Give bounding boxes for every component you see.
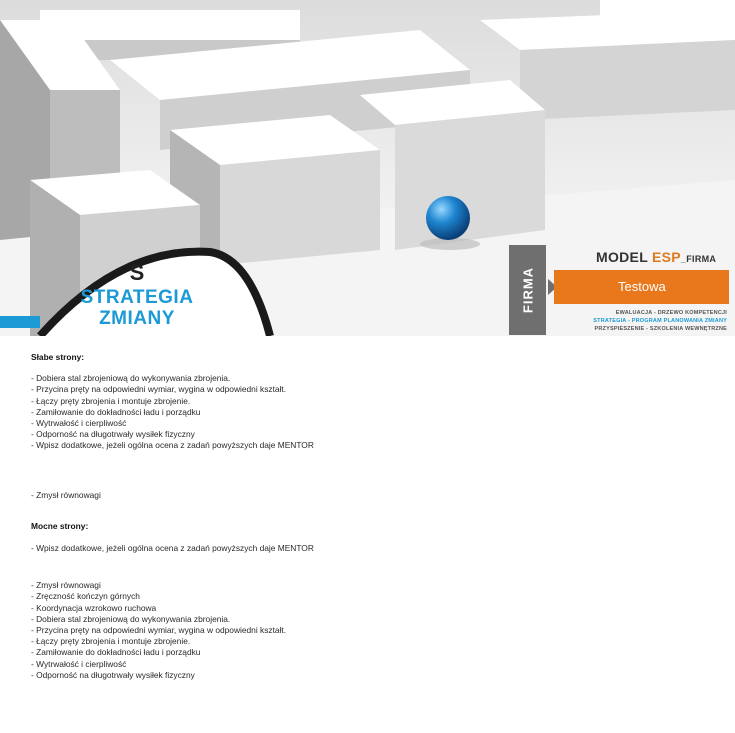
- company-name-bar: Testowa: [554, 270, 729, 304]
- model-subline-3: PRZYSPIESZENIE - SZKOLENIA WEWNĘTRZNE: [594, 326, 727, 332]
- list-item: - Odporność na długotrwały wysiłek fizyc…: [31, 429, 195, 440]
- list-item: - Przycina pręty na odpowiedni wymiar, w…: [31, 384, 287, 395]
- strategy-badge: S STRATEGIA ZMIANY: [52, 260, 222, 329]
- model-esp-title: MODEL ESP_FIRMA: [596, 249, 716, 265]
- list-item: - Zamiłowanie do dokładności ładu i porz…: [31, 647, 201, 658]
- weak-points-list: - Dobiera stal zbrojeniową do wykonywani…: [31, 373, 721, 451]
- list-item: - Zręczność kończyn górnych: [31, 591, 140, 602]
- strong-points-list: - Zmysł równowagi - Zręczność kończyn gó…: [31, 580, 721, 681]
- list-item: - Dobiera stal zbrojeniową do wykonywani…: [31, 613, 231, 624]
- weak-points-heading: Słabe strony:: [31, 352, 85, 362]
- strong-intro-item: - Wpisz dodatkowe, jeżeli ogólna ocena z…: [31, 543, 314, 554]
- weak-extra-item: - Zmysł równowagi: [31, 489, 101, 500]
- model-title-suffix: _FIRMA: [680, 254, 717, 264]
- company-name: Testowa: [618, 279, 666, 294]
- model-title-esp: ESP: [652, 249, 681, 265]
- maze-hero-image: S STRATEGIA ZMIANY FIRMA MODEL ESP_FIRMA…: [0, 0, 735, 336]
- list-item: - Dobiera stal zbrojeniową do wykonywani…: [31, 373, 231, 384]
- model-subline-2: STRATEGIA - PROGRAM PLANOWANIA ZMIANY: [593, 318, 727, 324]
- list-item: - Wytrwałość i cierpliwość: [31, 418, 127, 429]
- list-item: - Wpisz dodatkowe, jeżeli ogólna ocena z…: [31, 440, 314, 451]
- firma-side-tab-label: FIRMA: [520, 266, 535, 314]
- list-item: - Przycina pręty na odpowiedni wymiar, w…: [31, 625, 287, 636]
- list-item: - Łączy pręty zbrojenia i montuje zbroje…: [31, 636, 191, 647]
- list-item: - Wytrwałość i cierpliwość: [31, 658, 127, 669]
- strategy-word-2: ZMIANY: [99, 308, 175, 329]
- strong-points-heading: Mocne strony:: [31, 520, 89, 531]
- document-body: Słabe strony: - Dobiera stal zbrojeniową…: [31, 352, 721, 681]
- strategy-word-1: STRATEGIA: [80, 287, 194, 308]
- list-item: - Koordynacja wzrokowo ruchowa: [31, 602, 157, 613]
- model-subline-1: EWALUACJA - DRZEWO KOMPETENCJI: [615, 310, 727, 316]
- firma-side-tab: FIRMA: [509, 245, 546, 335]
- strategy-letter: S: [129, 260, 145, 285]
- list-item: - Zmysł równowagi: [31, 580, 101, 591]
- list-item: - Odporność na długotrwały wysiłek fizyc…: [31, 669, 195, 680]
- model-title-main: MODEL: [596, 249, 652, 265]
- list-item: - Zamiłowanie do dokładności ładu i porz…: [31, 406, 201, 417]
- list-item: - Łączy pręty zbrojenia i montuje zbroje…: [31, 395, 191, 406]
